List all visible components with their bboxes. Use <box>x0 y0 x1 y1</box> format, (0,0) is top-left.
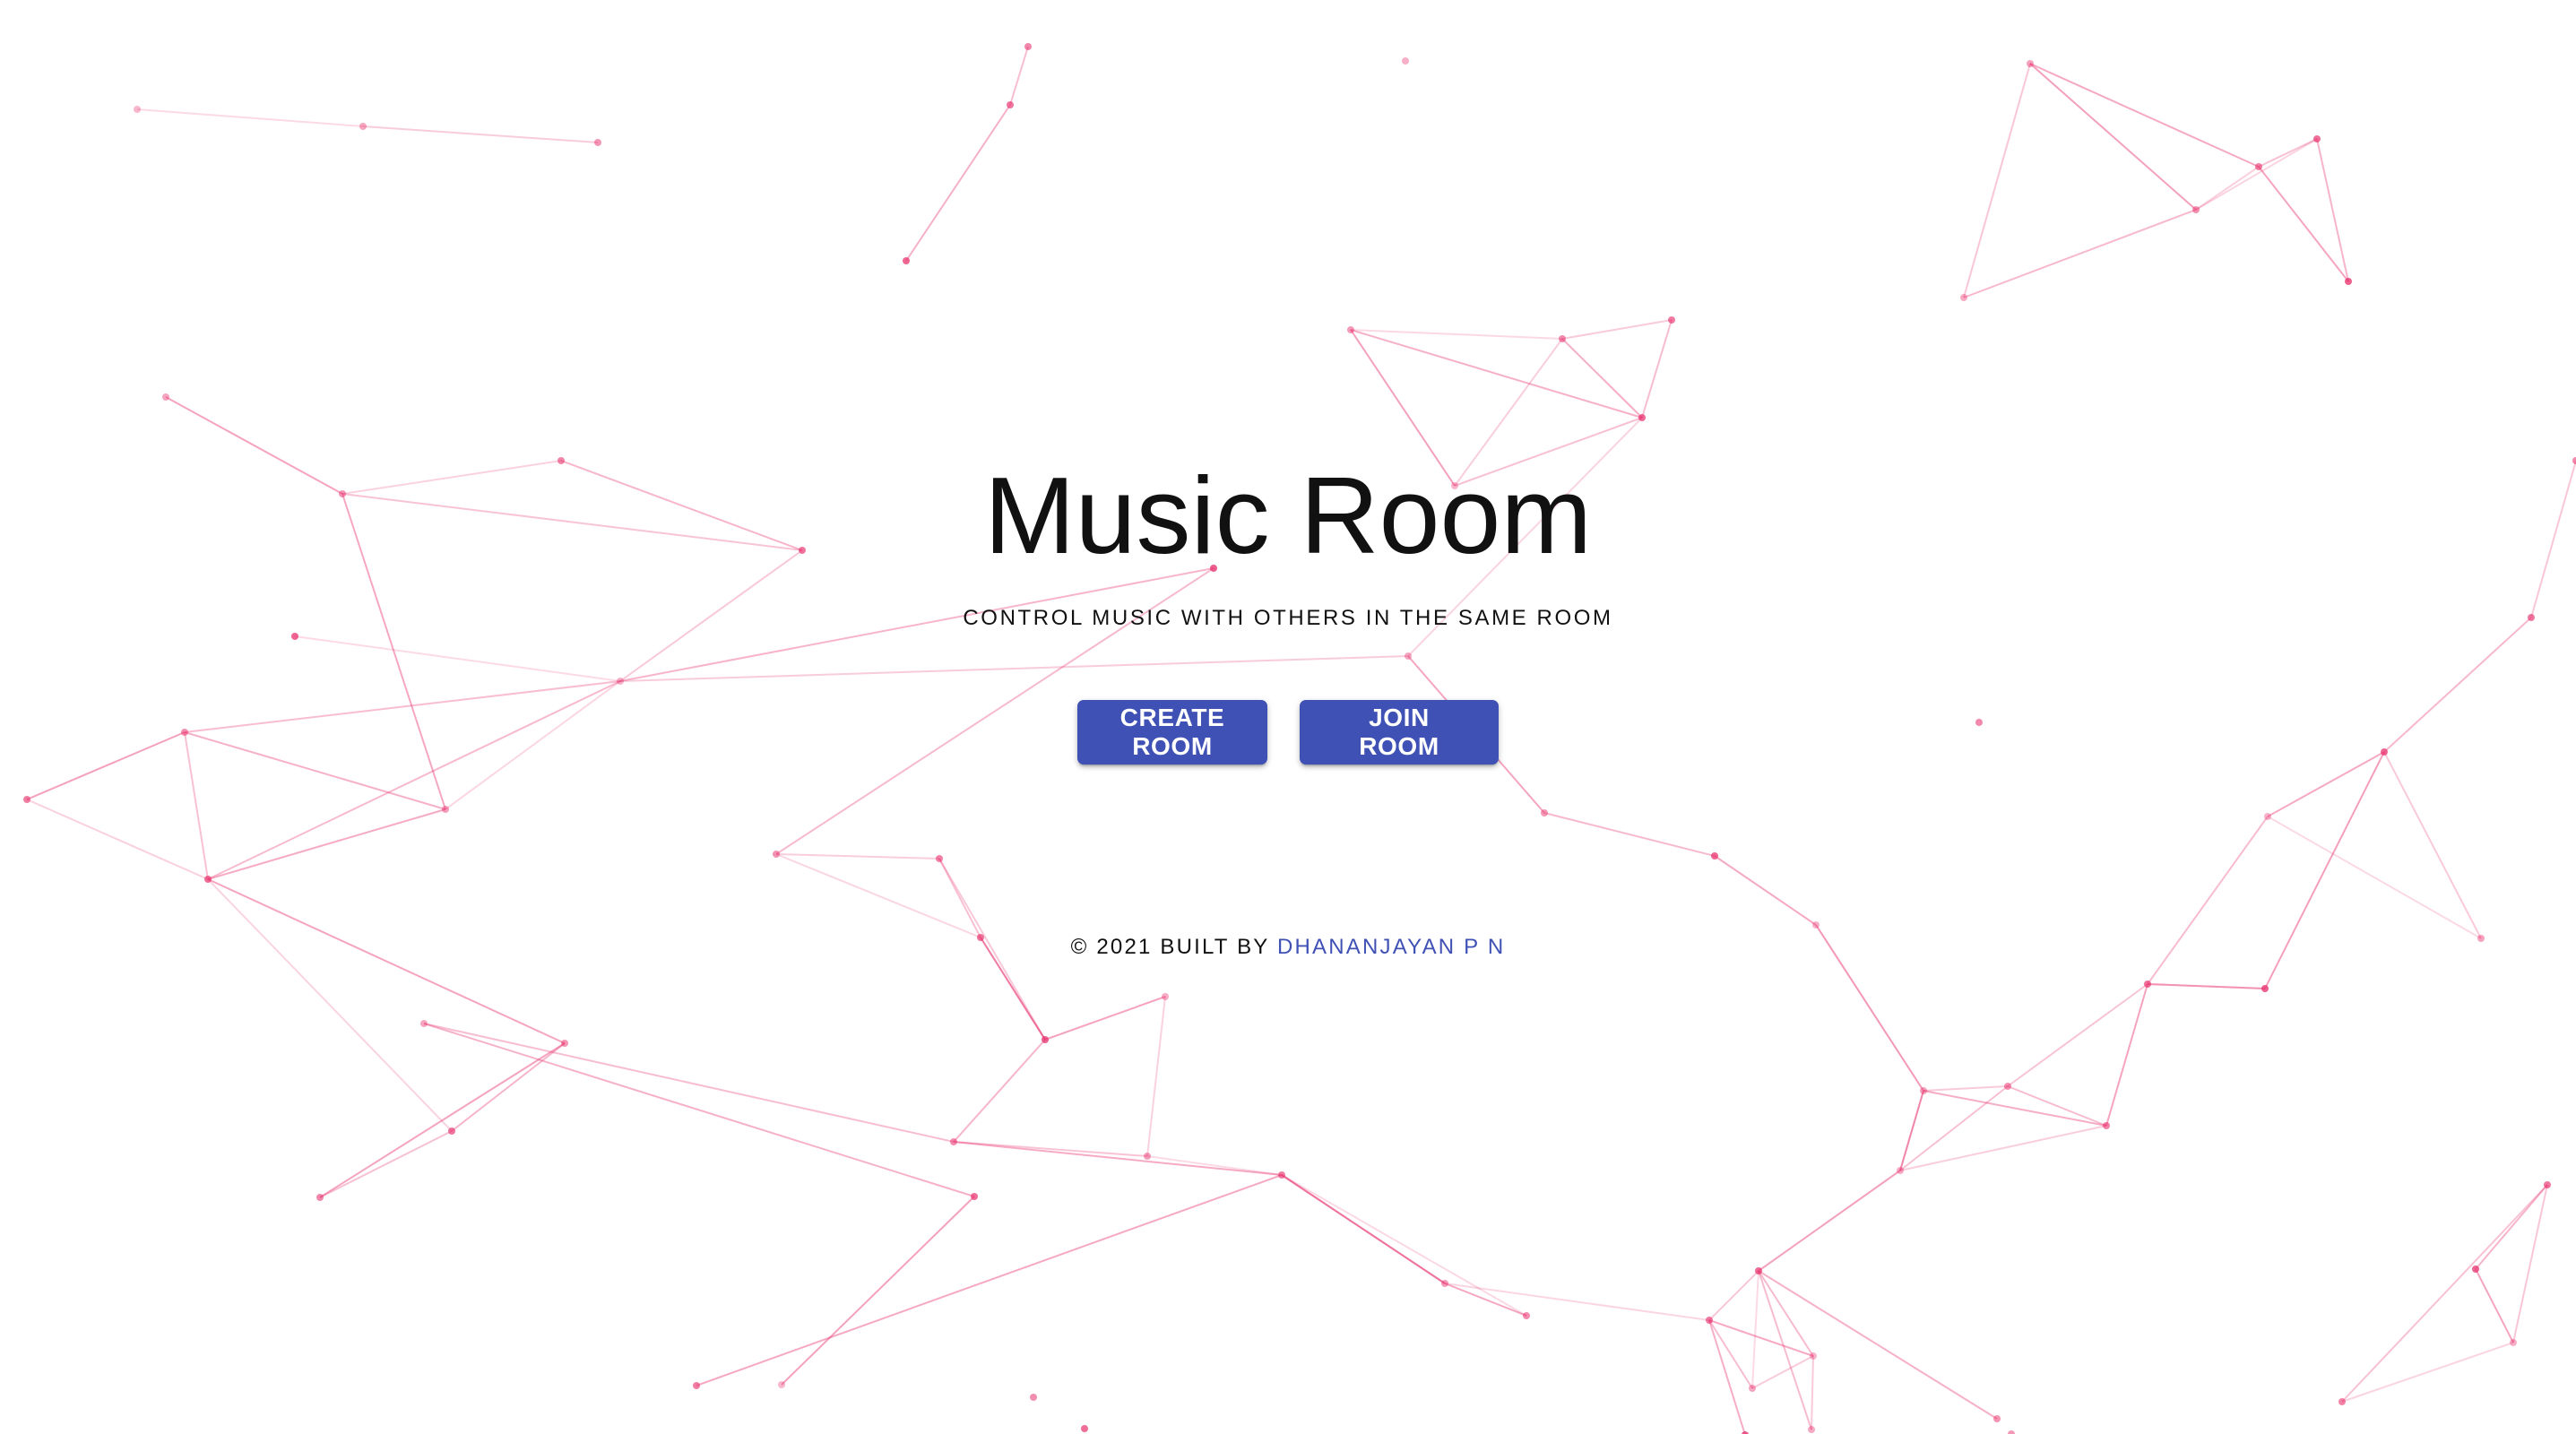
hero-section: Music Room CONTROL MUSIC WITH OTHERS IN … <box>0 0 2576 1434</box>
page-title: Music Room <box>984 454 1592 576</box>
join-room-button[interactable]: JOIN ROOM <box>1300 700 1499 765</box>
footer: © 2021 BUILT BY DHANANJAYAN P N <box>0 935 2576 960</box>
footer-copyright: © 2021 BUILT BY <box>1070 935 1277 959</box>
page-subtitle: CONTROL MUSIC WITH OTHERS IN THE SAME RO… <box>963 606 1613 630</box>
action-buttons: CREATE ROOM JOIN ROOM <box>0 700 2576 765</box>
landing-page: Music Room CONTROL MUSIC WITH OTHERS IN … <box>0 0 2576 1434</box>
create-room-button[interactable]: CREATE ROOM <box>1077 700 1267 765</box>
author-link[interactable]: DHANANJAYAN P N <box>1277 935 1505 959</box>
